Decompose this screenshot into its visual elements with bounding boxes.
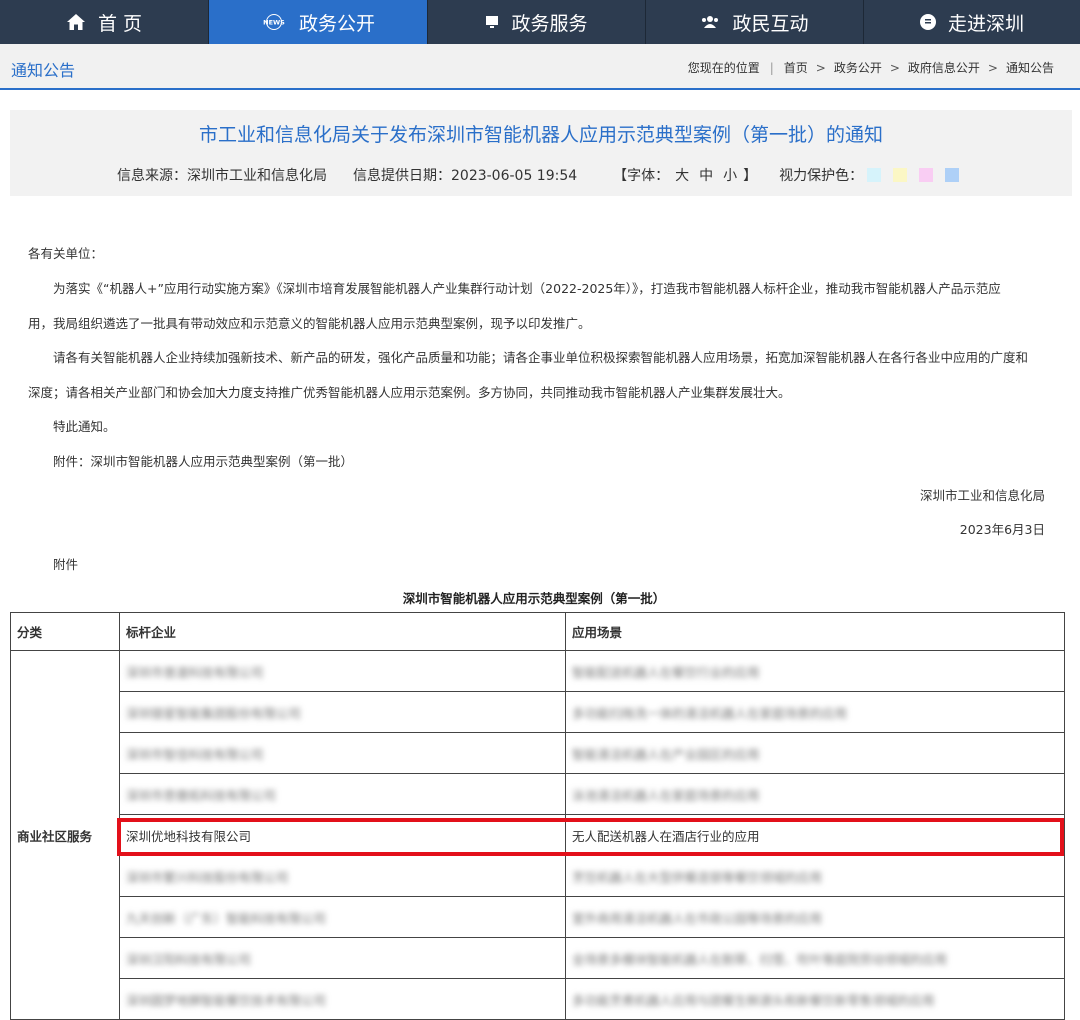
section-title[interactable]: 通知公告	[11, 57, 75, 81]
table-row: 深圳市智佳科技有限公司 智能清洁机器人在产业园区的应用	[11, 732, 1065, 774]
header-company: 标杆企业	[119, 612, 566, 651]
nav-item-interaction[interactable]: 政民互动	[646, 0, 864, 44]
eye-care-swatch-lightblue[interactable]	[945, 168, 960, 182]
header-scene: 应用场景	[565, 612, 1065, 651]
signature: 深圳市工业和信息化局	[919, 488, 1045, 503]
people-icon	[700, 15, 720, 29]
breadcrumb-item-open-gov[interactable]: 政务公开	[834, 59, 882, 76]
news-icon: NEWS	[261, 14, 287, 30]
news-badge-text: NEWS	[263, 19, 285, 27]
nav-item-about-shenzhen[interactable]: 走进深圳	[864, 0, 1080, 44]
breadcrumb-separator: >	[987, 60, 998, 75]
paragraph-2-line-2: 深度；请各相关产业部门和协会加大力度支持推广优秀智能机器人应用示范案例。多方协同…	[28, 385, 791, 400]
article-meta: 信息来源：深圳市工业和信息化局 信息提供日期：2023-06-05 19:54 …	[117, 165, 960, 185]
top-nav: 首 页 NEWS 政务公开 政务服务 政民互动 走进深圳	[0, 0, 1080, 44]
home-icon	[66, 13, 86, 31]
location-label: 您现在的位置	[687, 61, 760, 75]
company-cell: 深圳圆梦地狮智能餐饮技术有限公司	[126, 992, 327, 1008]
company-cell: 深圳优地科技有限公司	[126, 828, 252, 844]
nav-item-label: 首 页	[97, 12, 143, 35]
nav-item-home[interactable]: 首 页	[0, 0, 209, 44]
scene-cell: 泳池清洁机器人在家庭场景的应用	[572, 787, 760, 803]
table-row: 九天创新（广东）智能科技有限公司 室外商用清洁机器人在市政公园等场景的应用	[11, 896, 1065, 938]
font-size-small[interactable]: 小	[723, 165, 737, 185]
table-row: 深圳圆梦地狮智能餐饮技术有限公司 多功能烹煮机器人应用与团餐生鲜源头和新餐饮新零…	[11, 978, 1065, 1020]
breadcrumb-divider: |	[769, 60, 774, 75]
font-size-label: 【字体：	[613, 168, 670, 184]
font-size-close: 】	[743, 168, 758, 184]
company-cell: 深圳市繁兴科技股份有限公司	[126, 869, 289, 885]
company-cell: 深圳市思傲拓科技有限公司	[126, 787, 277, 803]
category-cell: 商业社区服务	[10, 650, 120, 1020]
scene-cell: 室外商用清洁机器人在市政公园等场景的应用	[572, 910, 823, 926]
company-cell: 九天创新（广东）智能科技有限公司	[126, 910, 327, 926]
nav-item-label: 政务服务	[511, 12, 588, 35]
company-cell: 深圳市智佳科技有限公司	[126, 746, 264, 762]
table-header-row: 分类 标杆企业 应用场景	[10, 612, 1065, 651]
eye-care-label: 视力保护色：	[779, 168, 864, 184]
company-cell: 深圳市普渡科技有限公司	[126, 664, 264, 680]
nav-item-label: 政民互动	[732, 12, 809, 35]
scene-cell: 烹饪机器人在大型供餐连锁等餐饮领域的应用	[572, 869, 823, 885]
table-row: 深圳市繁兴科技股份有限公司 烹饪机器人在大型供餐连锁等餐饮领域的应用	[11, 855, 1065, 897]
font-size-medium[interactable]: 中	[699, 165, 713, 185]
breadcrumb-bar: 通知公告 您现在的位置 | 首页 > 政务公开 > 政府信息公开 > 通知公告	[0, 44, 1080, 90]
paragraph-2-line-1: 请各有关智能机器人企业持续加强新技术、新产品的研发，强化产品质量和功能；请各企事…	[53, 350, 1029, 365]
header-category: 分类	[10, 612, 120, 651]
breadcrumb: 您现在的位置 | 首页 > 政务公开 > 政府信息公开 > 通知公告	[688, 59, 1054, 76]
article-date: 信息提供日期：2023-06-05 19:54	[353, 168, 578, 184]
breadcrumb-item-notices[interactable]: 通知公告	[1006, 59, 1054, 76]
scene-cell: 全场景多模块智能机器人在割草、扫雪、吹叶等庭院劳动领域的应用	[572, 951, 948, 967]
monitor-icon	[485, 15, 499, 29]
article-source: 信息来源：深圳市工业和信息化局	[117, 168, 327, 184]
article-title: 市工业和信息化局关于发布深圳市智能机器人应用示范典型案例（第一批）的通知	[198, 124, 883, 146]
attachment-note[interactable]: 附件：深圳市智能机器人应用示范典型案例（第一批）	[53, 451, 353, 470]
company-cell: 深圳银星智能集团股份有限公司	[126, 705, 302, 721]
scene-cell: 智能配送机器人在餐饮行业的应用	[572, 664, 760, 680]
eye-care-swatch-blue[interactable]	[867, 168, 882, 182]
table-row-highlighted: 深圳优地科技有限公司 无人配送机器人在酒店行业的应用	[11, 814, 1065, 856]
breadcrumb-separator: >	[815, 60, 826, 75]
cases-table: 分类 标杆企业 应用场景 商业社区服务 深圳市普渡科技有限公司 智能配送机器人在…	[10, 612, 1065, 1020]
table-row: 深圳汉阳科技有限公司 全场景多模块智能机器人在割草、扫雪、吹叶等庭院劳动领域的应…	[11, 937, 1065, 979]
eye-care-swatch-yellow[interactable]	[893, 168, 908, 182]
scene-cell: 多功能烹煮机器人应用与团餐生鲜源头和新餐饮新零售领域的应用	[572, 992, 935, 1008]
scene-cell: 多功能扫拖洗一体的清洁机器人在家庭场景的应用	[572, 705, 848, 721]
info-icon	[919, 14, 936, 30]
table-row: 深圳银星智能集团股份有限公司 多功能扫拖洗一体的清洁机器人在家庭场景的应用	[11, 691, 1065, 733]
breadcrumb-item-gov-info[interactable]: 政府信息公开	[908, 59, 980, 76]
font-size-large[interactable]: 大	[675, 165, 689, 185]
attachment-label: 附件	[53, 557, 79, 572]
article-header: 市工业和信息化局关于发布深圳市智能机器人应用示范典型案例（第一批）的通知 信息来…	[10, 110, 1072, 196]
nav-item-open-gov[interactable]: NEWS 政务公开	[209, 0, 428, 44]
table-row: 深圳市思傲拓科技有限公司 泳池清洁机器人在家庭场景的应用	[11, 773, 1065, 815]
closing-text: 特此通知。	[53, 419, 116, 434]
eye-care-swatch-pink[interactable]	[919, 168, 934, 182]
nav-item-services[interactable]: 政务服务	[428, 0, 646, 44]
table-row: 商业社区服务 深圳市普渡科技有限公司 智能配送机器人在餐饮行业的应用	[10, 650, 1065, 1020]
sign-date: 2023年6月3日	[959, 522, 1045, 537]
paragraph-1-line-1: 为落实《“机器人+”应用行动实施方案》《深圳市培育发展智能机器人产业集群行动计划…	[53, 281, 1001, 296]
scene-cell: 智能清洁机器人在产业园区的应用	[572, 746, 760, 762]
nav-item-label: 走进深圳	[947, 12, 1024, 35]
scene-cell: 无人配送机器人在酒店行业的应用	[572, 828, 760, 844]
company-cell: 深圳汉阳科技有限公司	[126, 951, 252, 967]
nav-item-label: 政务公开	[298, 12, 375, 35]
breadcrumb-item-home[interactable]: 首页	[784, 59, 808, 76]
salutation: 各有关单位：	[28, 246, 104, 261]
breadcrumb-separator: >	[889, 60, 900, 75]
table-caption: 深圳市智能机器人应用示范典型案例（第一批）	[402, 591, 666, 606]
paragraph-1-line-2: 用，我局组织遴选了一批具有带动效应和示范意义的智能机器人应用示范典型案例，现予以…	[28, 316, 591, 331]
